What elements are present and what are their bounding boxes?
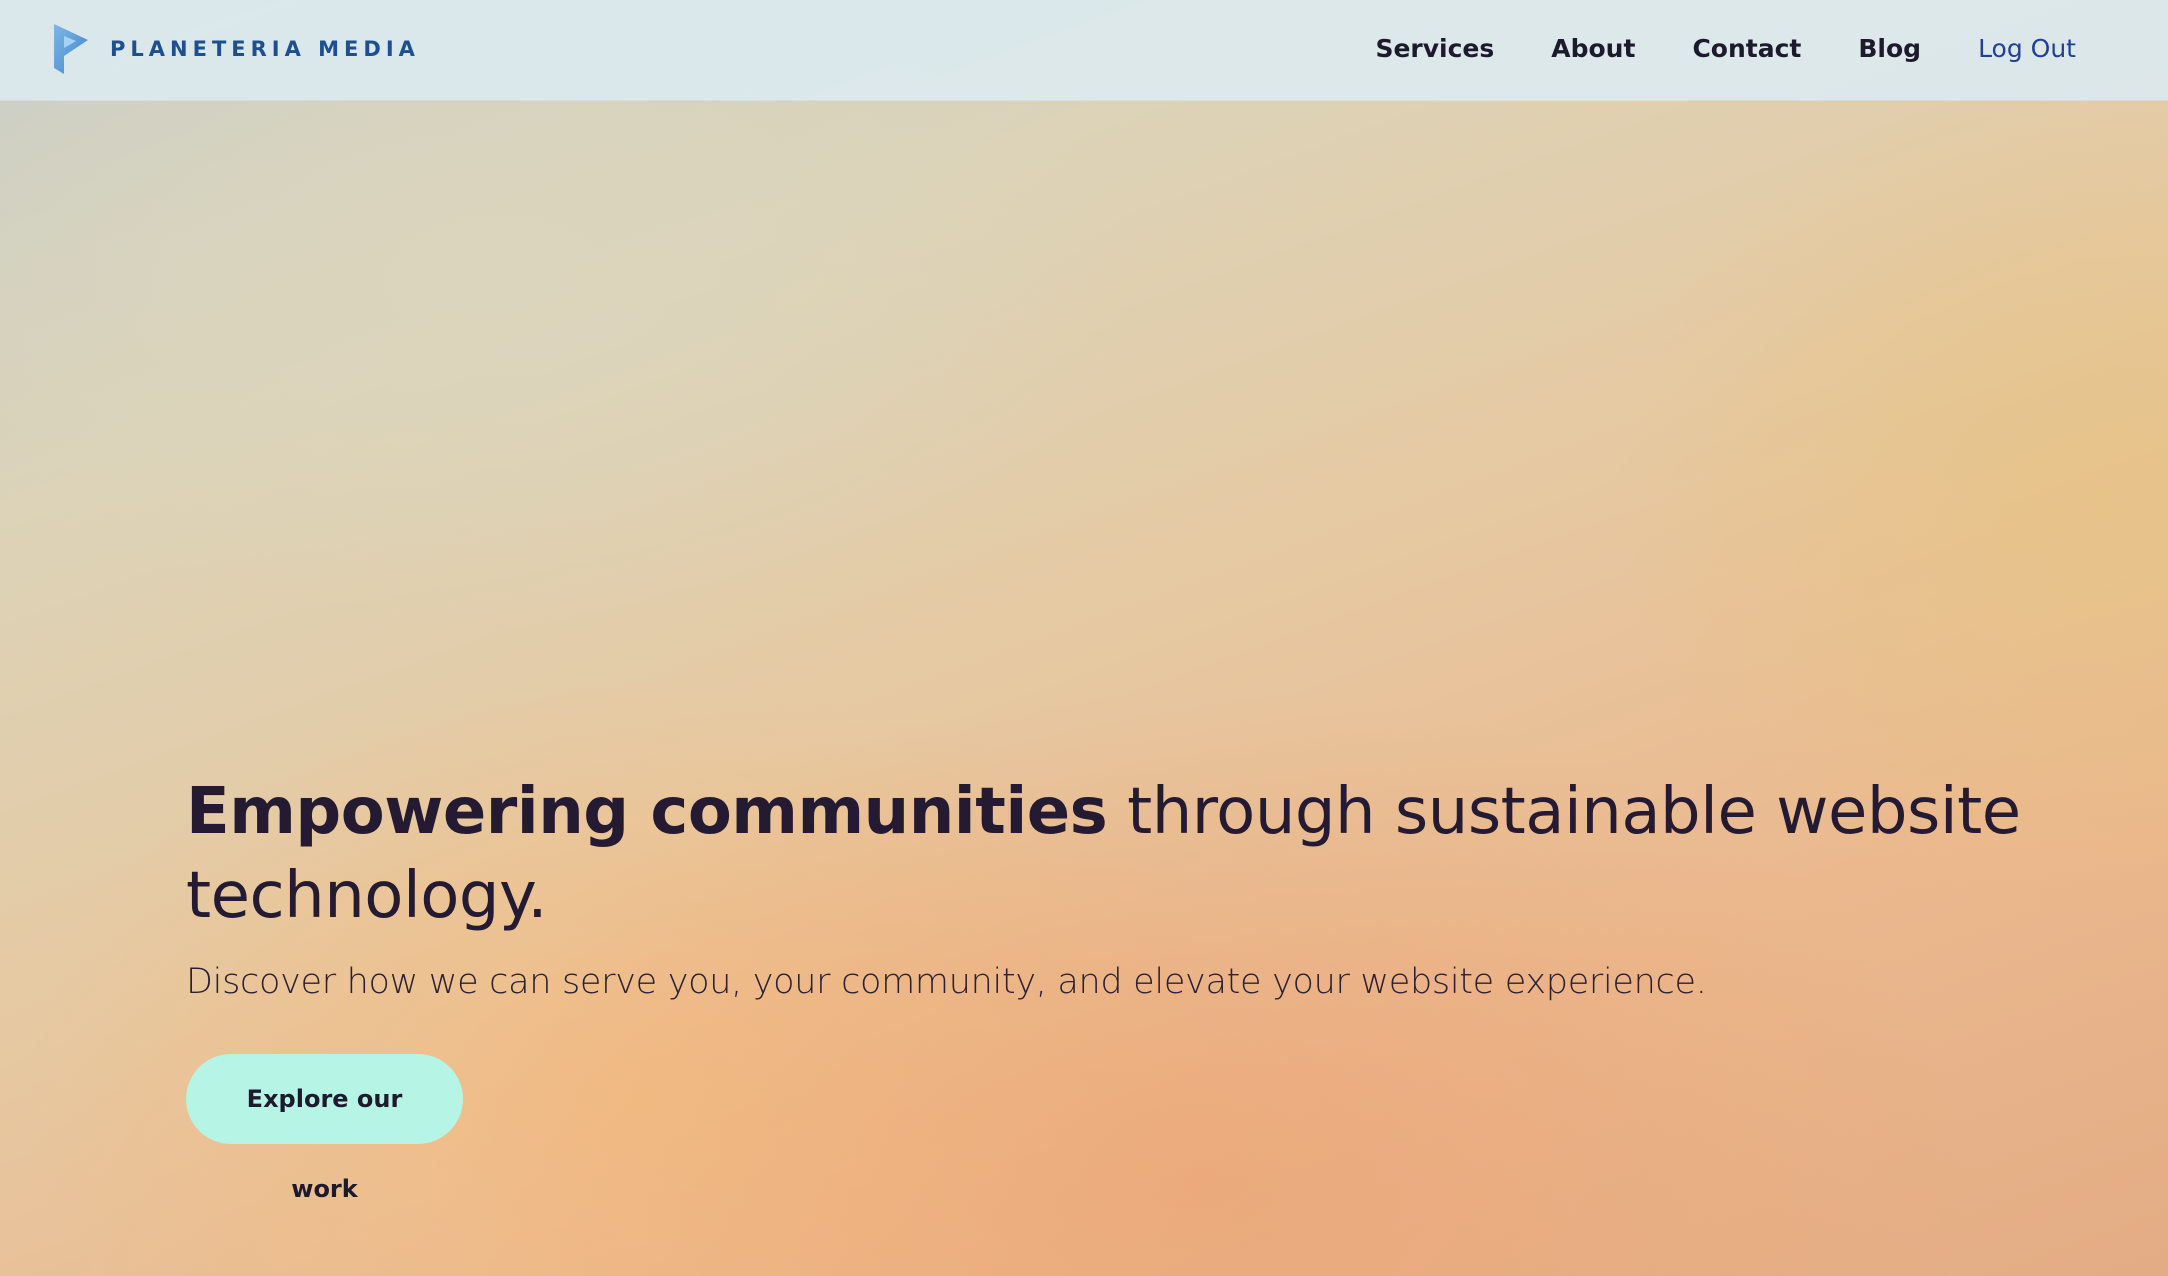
brand-logo-icon bbox=[54, 24, 88, 74]
site-header: PLANETERIA MEDIA Services About Contact … bbox=[0, 0, 2168, 101]
main-nav: Services About Contact Blog Log Out bbox=[1375, 30, 2076, 68]
hero-headline: Empowering communities through sustainab… bbox=[186, 770, 2086, 938]
brand-logo-link[interactable]: PLANETERIA MEDIA bbox=[54, 24, 420, 74]
hero-headline-strong: Empowering communities bbox=[186, 775, 1108, 849]
nav-about[interactable]: About bbox=[1551, 30, 1635, 68]
nav-blog[interactable]: Blog bbox=[1858, 30, 1921, 68]
brand-name: PLANETERIA MEDIA bbox=[110, 37, 420, 61]
hero-subheadline: Discover how we can serve you, your comm… bbox=[186, 962, 1707, 1002]
nav-contact[interactable]: Contact bbox=[1692, 30, 1801, 68]
nav-services[interactable]: Services bbox=[1375, 30, 1494, 68]
nav-logout[interactable]: Log Out bbox=[1978, 30, 2076, 68]
hero-section: Empowering communities through sustainab… bbox=[186, 770, 2086, 1203]
explore-work-button[interactable]: Explore our work bbox=[186, 1054, 463, 1203]
